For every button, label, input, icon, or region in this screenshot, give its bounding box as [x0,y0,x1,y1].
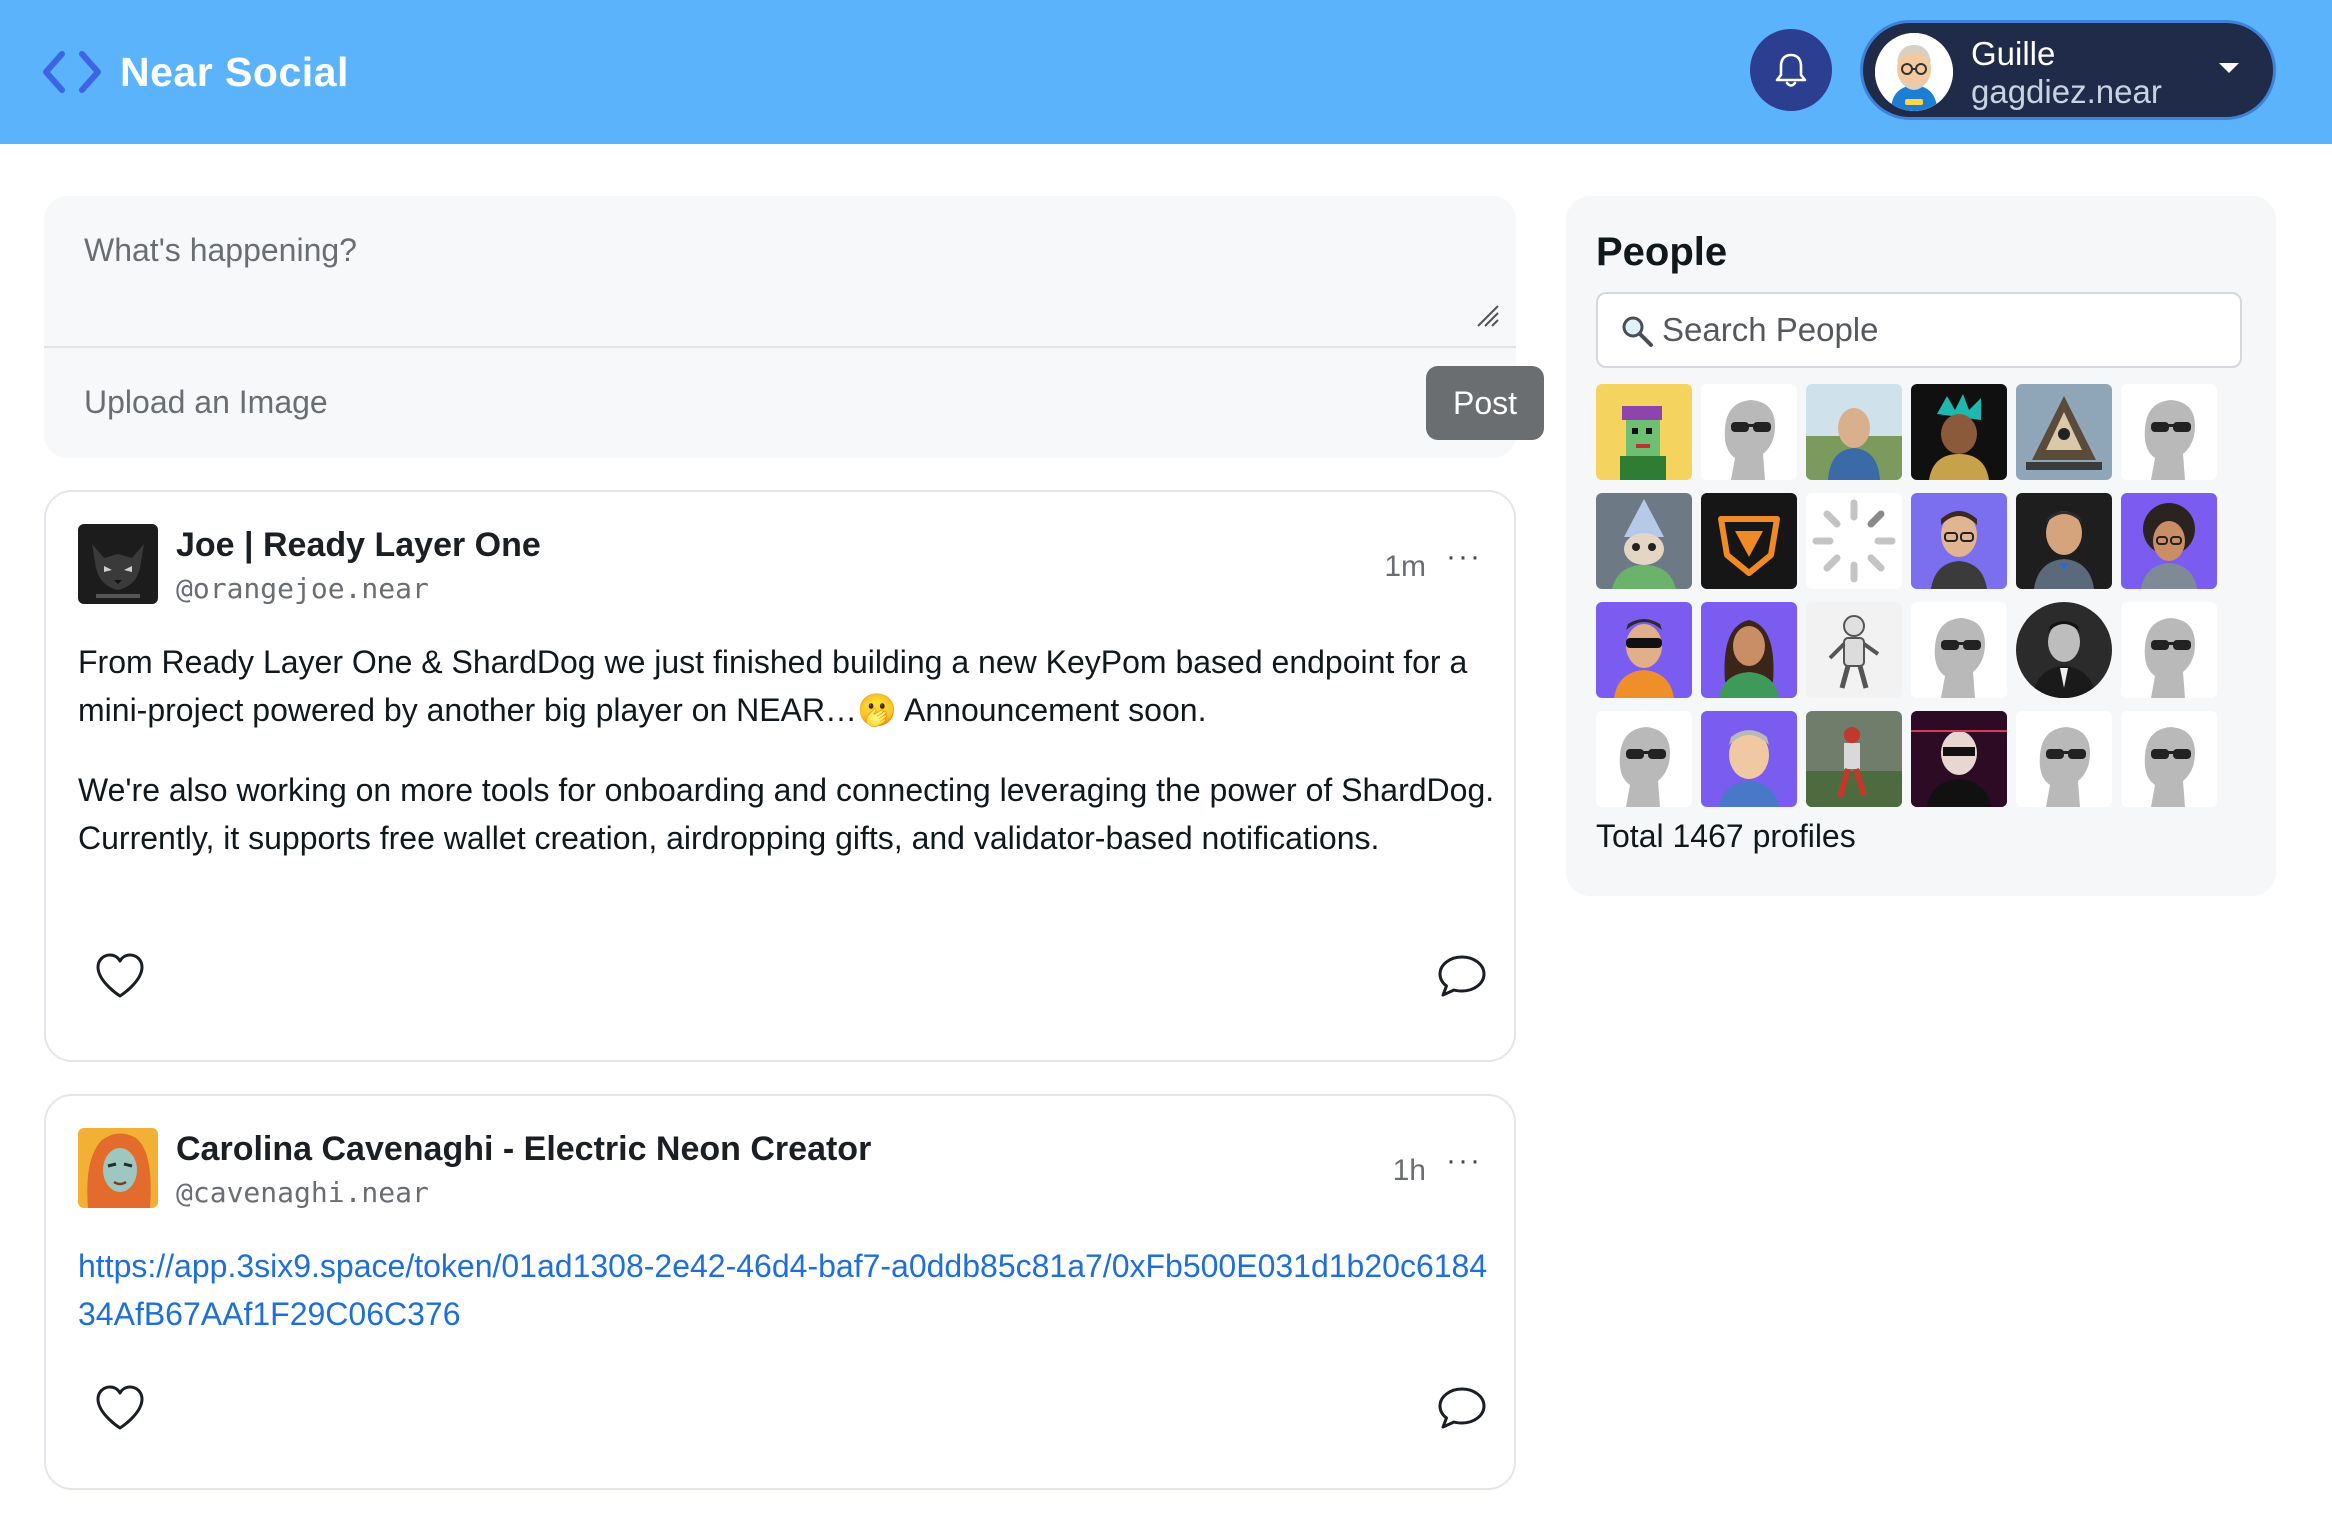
people-panel: People Search People Total 1467 profiles [1566,196,2276,896]
profile-avatar[interactable] [2121,493,2217,589]
code-brackets-icon [43,51,101,93]
post-timestamp[interactable]: 1h [1393,1154,1426,1188]
post-author[interactable]: Carolina Cavenaghi - Electric Neon Creat… [176,1130,871,1169]
author-avatar[interactable] [78,524,158,604]
upload-image-button[interactable]: Upload an Image [84,384,328,421]
resize-handle-icon[interactable] [1474,302,1500,328]
compose-placeholder: What's happening? [84,232,357,268]
profile-avatar[interactable] [1596,493,1692,589]
like-button[interactable] [92,948,148,1004]
post-link[interactable]: https://app.3six9.space/token/01ad1308-2… [78,1242,1498,1338]
author-avatar[interactable] [78,1128,158,1208]
profile-avatar[interactable] [1806,711,1902,807]
post-card: Joe | Ready Layer One @orangejoe.near 1m… [44,490,1516,1062]
chevron-down-icon [2219,63,2239,73]
top-navbar: Near Social Guille gagdiez.near [0,0,2332,144]
people-total-count: Total 1467 profiles [1596,818,1856,854]
profile-avatar[interactable] [1596,384,1692,480]
search-people-input[interactable] [1662,294,2232,366]
heart-icon [96,953,144,998]
post-handle[interactable]: @orangejoe.near [176,572,429,605]
compose-textarea[interactable]: What's happening? [44,196,1516,348]
more-options-icon[interactable]: ··· [1446,540,1482,574]
comment-button[interactable] [1434,1380,1490,1436]
compose-box: What's happening? Upload an Image Post [44,196,1544,458]
loading-spinner-icon [1806,493,1902,589]
default-profile-avatar[interactable] [1911,602,2007,698]
more-options-icon[interactable]: ··· [1446,1144,1482,1178]
profile-avatar[interactable] [1911,384,2007,480]
profile-avatar[interactable] [1596,602,1692,698]
comment-button[interactable] [1434,948,1490,1004]
people-search[interactable] [1596,292,2242,368]
user-avatar [1875,33,1953,111]
default-profile-avatar[interactable] [2121,602,2217,698]
profile-avatar[interactable] [2016,384,2112,480]
default-profile-avatar[interactable] [1596,711,1692,807]
heart-icon [96,1385,144,1430]
profile-avatar[interactable] [1701,602,1797,698]
default-profile-avatar[interactable] [2121,384,2217,480]
profile-avatar[interactable] [2016,493,2112,589]
account-name: Guille [1971,35,2056,72]
default-profile-avatar[interactable] [1701,384,1797,480]
profile-avatar[interactable] [1701,493,1797,589]
profile-avatar[interactable] [1806,602,1902,698]
like-button[interactable] [92,1380,148,1436]
comment-bubble-icon [1438,955,1486,997]
post-paragraph: We're also working on more tools for onb… [78,772,1495,856]
profile-avatar[interactable] [1911,493,2007,589]
account-menu[interactable]: Guille gagdiez.near [1860,20,2276,120]
post-author[interactable]: Joe | Ready Layer One [176,526,541,565]
brand-name: Near Social [120,48,349,95]
search-icon [1622,316,1653,347]
notifications-button[interactable] [1750,29,1832,111]
account-handle: gagdiez.near [1971,73,2162,110]
people-avatar-grid [1596,384,2226,807]
post-card: Carolina Cavenaghi - Electric Neon Creat… [44,1094,1516,1490]
bell-icon [1775,53,1807,87]
profile-avatar[interactable] [2016,602,2112,698]
brand-logo[interactable]: Near Social [42,44,349,100]
default-profile-avatar[interactable] [2121,711,2217,807]
post-button[interactable]: Post [1426,366,1544,440]
comment-bubble-icon [1438,1387,1486,1429]
post-paragraph: From Ready Layer One & ShardDog we just … [78,644,1468,728]
default-profile-avatar[interactable] [2016,711,2112,807]
profile-avatar[interactable] [1911,711,2007,807]
profile-avatar[interactable] [1806,384,1902,480]
post-timestamp[interactable]: 1m [1384,550,1426,584]
people-title: People [1596,230,1728,274]
post-handle[interactable]: @cavenaghi.near [176,1176,429,1209]
profile-avatar[interactable] [1701,711,1797,807]
